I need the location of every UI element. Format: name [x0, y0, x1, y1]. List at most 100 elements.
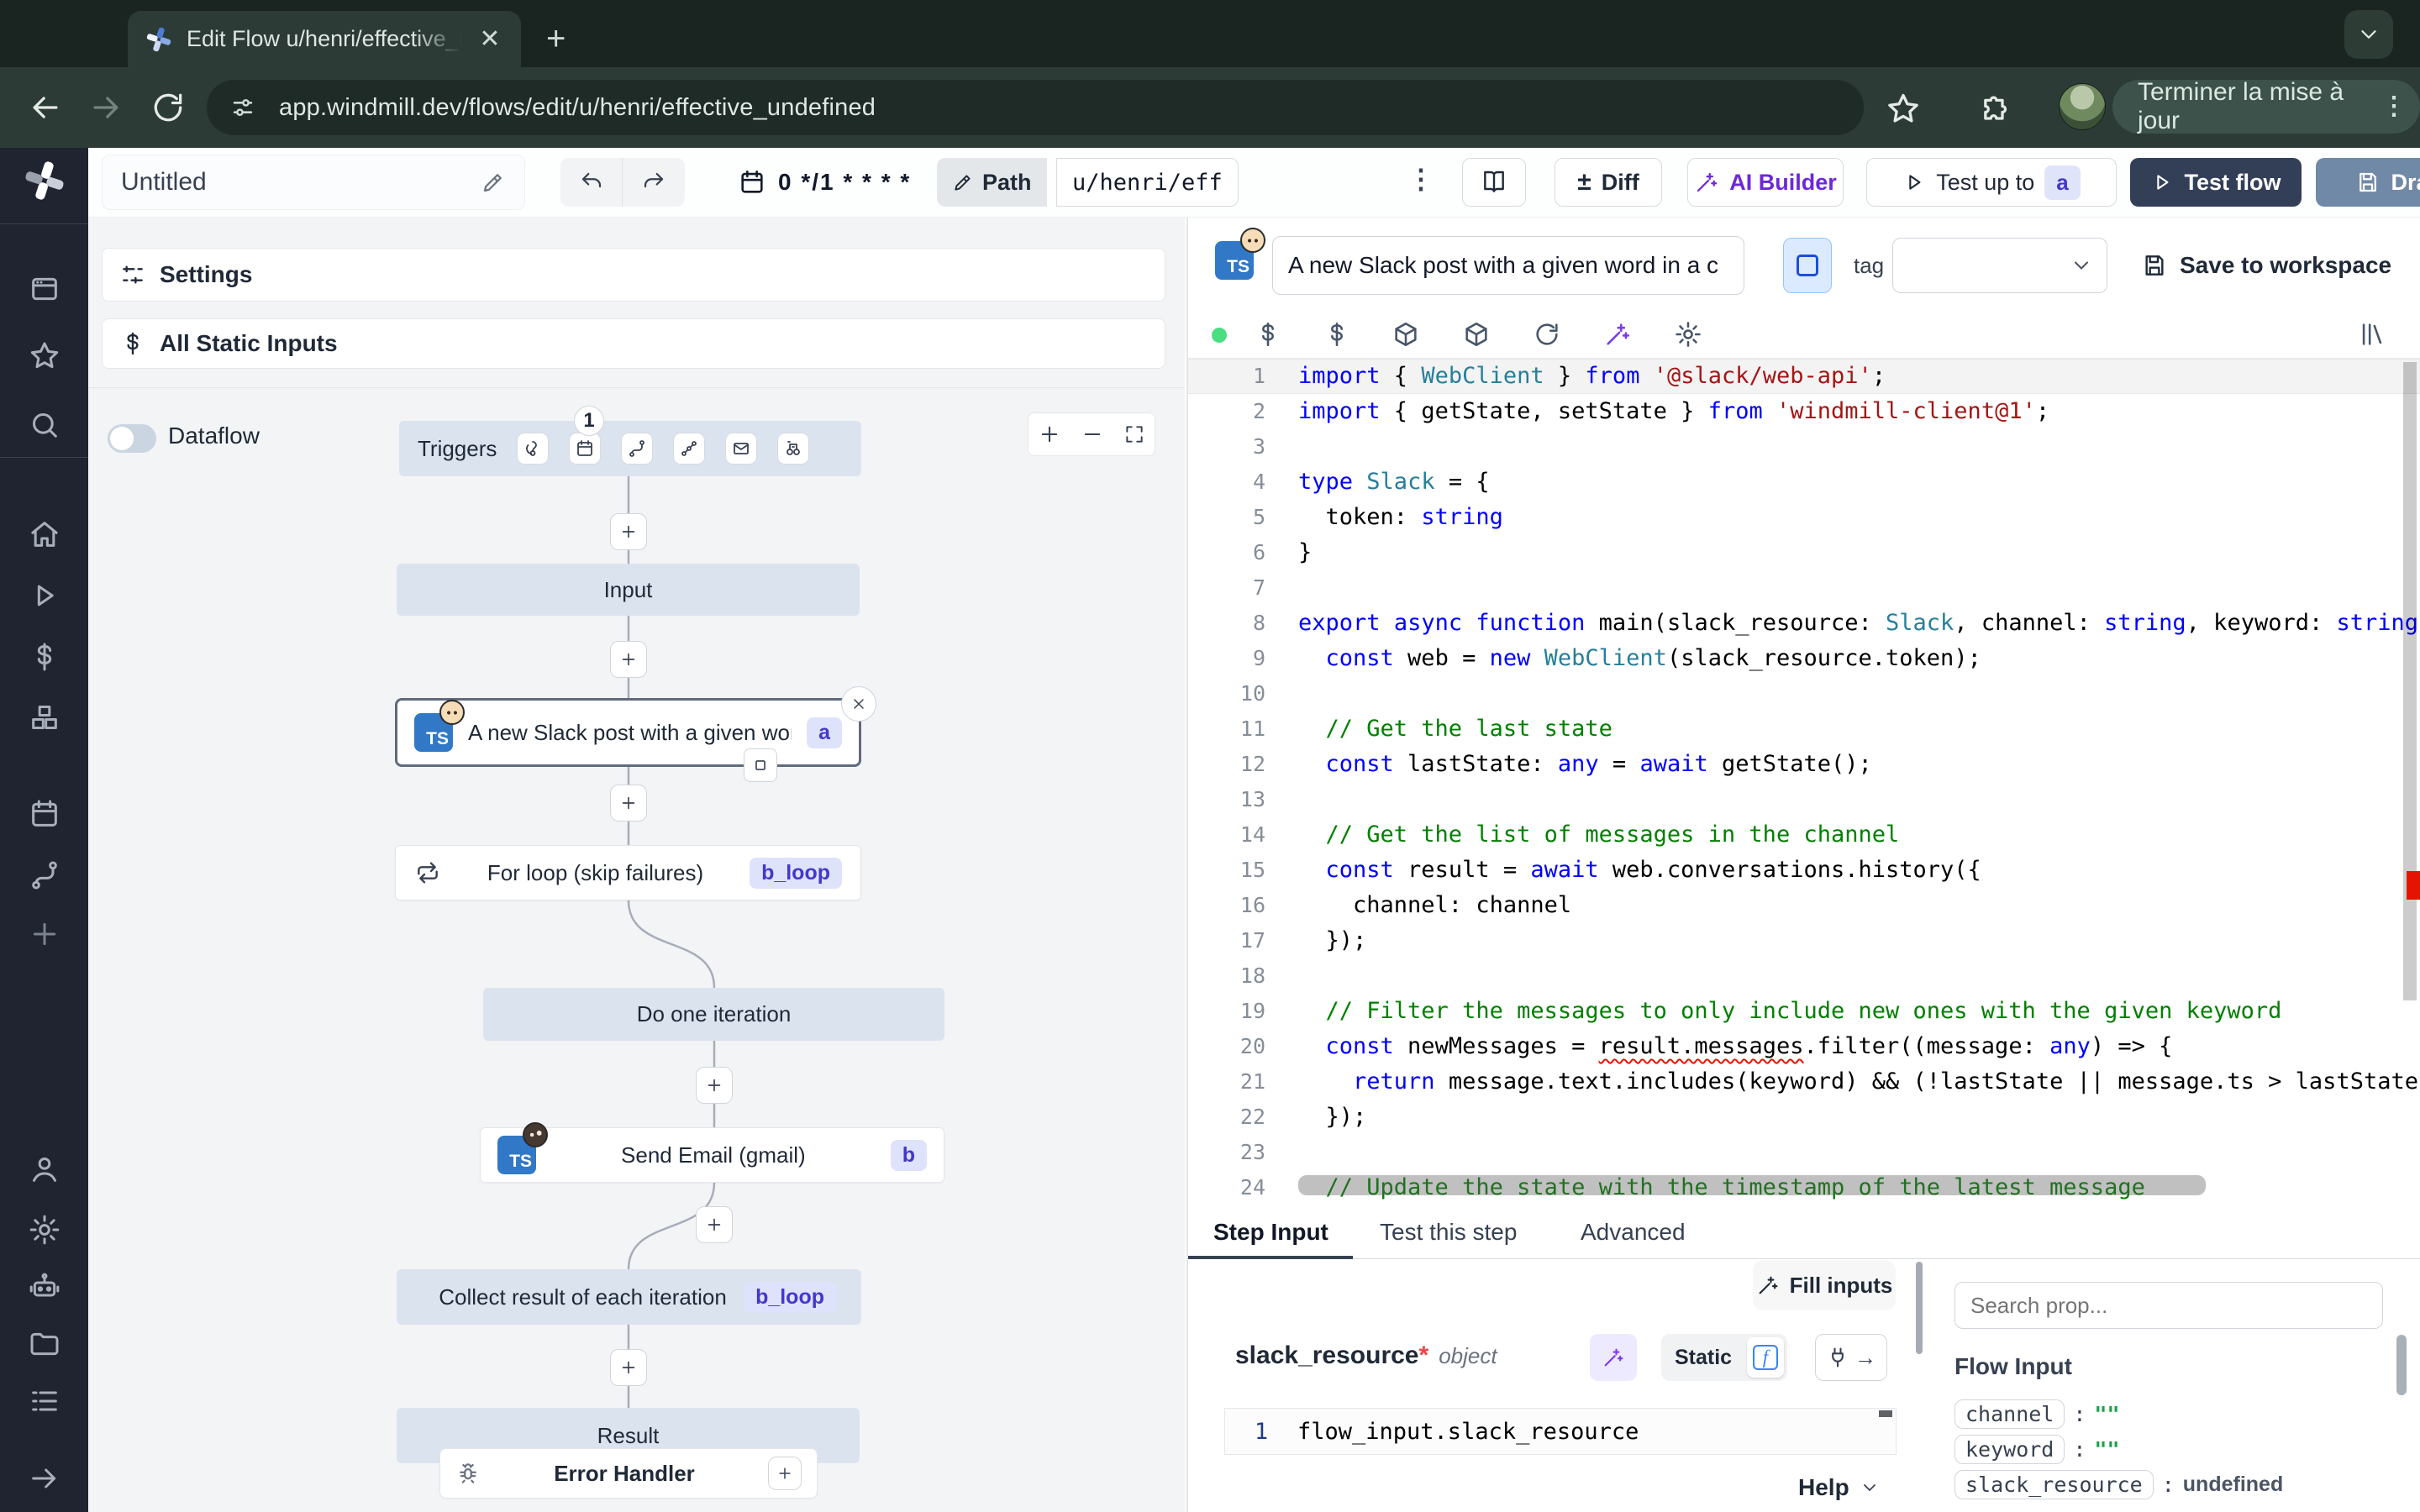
sidebar-item-variables-icon[interactable] — [28, 640, 61, 674]
variables-icon[interactable] — [1254, 320, 1282, 349]
help-button[interactable]: Help — [1798, 1474, 1880, 1501]
browser-menu-icon[interactable]: ⋮ — [2381, 94, 2407, 119]
tag-select[interactable] — [1892, 238, 2107, 293]
code-editor[interactable]: 1import { WebClient } from '@slack/web-a… — [1188, 358, 2420, 1210]
forward-button[interactable] — [87, 89, 124, 126]
more-menu-button[interactable]: ⋮ — [1407, 163, 1434, 195]
resource-types-icon[interactable] — [1462, 320, 1491, 349]
flow-input-prop[interactable]: channel:"" — [1954, 1397, 2120, 1431]
editor-vertical-scrollbar[interactable] — [2403, 362, 2417, 1000]
site-info-icon[interactable] — [229, 93, 257, 122]
sidebar-item-runs-icon[interactable] — [28, 579, 61, 612]
step-summary-input[interactable] — [1272, 236, 1744, 295]
script-settings-icon[interactable] — [1674, 320, 1702, 349]
webhook-trigger-icon[interactable] — [517, 433, 549, 465]
add-step-button[interactable] — [610, 641, 647, 678]
edit-title-icon[interactable] — [481, 170, 506, 195]
flow-input-prop[interactable]: keyword:"" — [1954, 1432, 2120, 1466]
bookmark-icon[interactable] — [1885, 91, 1922, 128]
flow-input-prop[interactable]: slack_resource:undefined — [1954, 1467, 2283, 1501]
email-step-node[interactable]: TS Send Email (gmail) b — [480, 1127, 944, 1183]
redo-button[interactable] — [623, 158, 685, 207]
search-prop-input[interactable] — [1954, 1282, 2383, 1329]
tab-search-button[interactable] — [2344, 10, 2393, 59]
code-line[interactable]: 5 token: string — [1188, 500, 2420, 535]
sidebar-item-users-icon[interactable] — [28, 1152, 61, 1186]
code-line[interactable]: 1import { WebClient } from '@slack/web-a… — [1188, 359, 2420, 394]
tab-close-icon[interactable]: ✕ — [476, 24, 504, 54]
undo-button[interactable] — [560, 158, 623, 207]
flow-title-field[interactable]: Untitled — [102, 155, 525, 210]
diff-button[interactable]: ± Diff — [1555, 158, 1662, 207]
code-line[interactable]: 14 // Get the list of messages in the ch… — [1188, 817, 2420, 853]
collect-node[interactable]: Collect result of each iteration b_loop — [397, 1269, 861, 1325]
browser-update-button[interactable]: Terminer la mise à jour ⋮ — [2112, 80, 2420, 134]
slack-step-node[interactable]: TS A new Slack post with a given wor... … — [395, 698, 861, 767]
new-tab-button[interactable]: + — [546, 20, 566, 58]
browser-tab[interactable]: Edit Flow u/henri/effective_un ✕ — [128, 11, 521, 67]
http-route-trigger-icon[interactable] — [621, 433, 653, 465]
code-line[interactable]: 4type Slack = { — [1188, 465, 2420, 500]
code-line[interactable]: 9 const web = new WebClient(slack_resour… — [1188, 641, 2420, 676]
code-line[interactable]: 3 — [1188, 429, 2420, 465]
reload-button[interactable] — [150, 89, 187, 126]
code-line[interactable]: 22 }); — [1188, 1100, 2420, 1135]
code-line[interactable]: 10 — [1188, 676, 2420, 711]
resources-icon[interactable] — [1392, 320, 1420, 349]
poll-trigger-icon[interactable] — [777, 433, 809, 465]
back-button[interactable] — [27, 89, 64, 126]
fill-inputs-button[interactable]: Fill inputs — [1753, 1260, 1896, 1310]
code-line[interactable]: 2import { getState, setState } from 'win… — [1188, 394, 2420, 429]
sidebar-item-add-icon[interactable] — [28, 917, 61, 951]
sidebar-item-workers-icon[interactable] — [28, 1270, 61, 1304]
contextual-variables-icon[interactable] — [1323, 320, 1351, 349]
ai-fill-argument-button[interactable] — [1590, 1334, 1637, 1381]
sidebar-item-routes-icon[interactable] — [28, 858, 61, 892]
test-up-to-button[interactable]: Test up to a — [1866, 158, 2117, 207]
windmill-logo[interactable] — [22, 158, 67, 203]
draft-button[interactable]: Draft — [2316, 158, 2420, 207]
editor-horizontal-scrollbar[interactable] — [1298, 1175, 2206, 1195]
triggers-node[interactable]: Triggers — [399, 421, 861, 476]
code-line[interactable]: 15 const result = await web.conversation… — [1188, 853, 2420, 888]
props-scrollbar[interactable] — [2396, 1335, 2407, 1395]
code-line[interactable]: 8export async function main(slack_resour… — [1188, 606, 2420, 641]
code-line[interactable]: 11 // Get the last state — [1188, 711, 2420, 747]
kafka-trigger-icon[interactable] — [673, 433, 705, 465]
ai-assistant-icon[interactable] — [1603, 320, 1632, 349]
sidebar-item-home-icon[interactable] — [28, 517, 61, 551]
section-scrollbar[interactable] — [1916, 1262, 1923, 1354]
code-line[interactable]: 16 channel: channel — [1188, 888, 2420, 923]
code-line[interactable]: 19 // Filter the messages to only includ… — [1188, 994, 2420, 1029]
schedule-cron[interactable]: 0 */1 * * * * — [738, 158, 911, 207]
add-error-handler-button[interactable] — [768, 1457, 802, 1490]
add-step-button[interactable] — [610, 513, 647, 550]
stop-after-if-toggle[interactable] — [1783, 238, 1832, 293]
tab-advanced[interactable]: Advanced — [1581, 1219, 1686, 1246]
add-step-button[interactable] — [610, 785, 647, 822]
sidebar-item-settings-icon[interactable] — [28, 1213, 61, 1247]
code-line[interactable]: 6} — [1188, 535, 2420, 570]
forloop-node[interactable]: For loop (skip failures) b_loop — [395, 845, 861, 900]
code-line[interactable]: 13 — [1188, 782, 2420, 817]
add-step-button[interactable] — [696, 1067, 733, 1104]
sidebar-item-search-icon[interactable] — [28, 408, 61, 442]
sidebar-item-apps-icon[interactable] — [28, 272, 61, 306]
add-step-button[interactable] — [696, 1206, 733, 1243]
add-step-button[interactable] — [610, 1349, 647, 1386]
connect-input-button[interactable]: → — [1815, 1334, 1887, 1381]
iteration-node[interactable]: Do one iteration — [483, 988, 944, 1041]
path-value[interactable]: u/henri/eff — [1056, 158, 1239, 207]
reset-icon[interactable] — [1533, 320, 1561, 349]
remove-step-button[interactable] — [841, 686, 876, 722]
tab-test-this-step[interactable]: Test this step — [1380, 1219, 1517, 1246]
test-flow-button[interactable]: Test flow — [2130, 158, 2302, 207]
sidebar-item-favorites-icon[interactable] — [28, 339, 61, 373]
code-line[interactable]: 23 — [1188, 1135, 2420, 1170]
schedule-trigger-icon[interactable] — [569, 433, 601, 465]
code-line[interactable]: 12 const lastState: any = await getState… — [1188, 747, 2420, 782]
sidebar-expand-icon[interactable] — [28, 1462, 61, 1495]
path-button[interactable]: Path — [937, 158, 1047, 207]
extensions-icon[interactable] — [1975, 91, 2012, 128]
email-trigger-icon[interactable] — [725, 433, 757, 465]
